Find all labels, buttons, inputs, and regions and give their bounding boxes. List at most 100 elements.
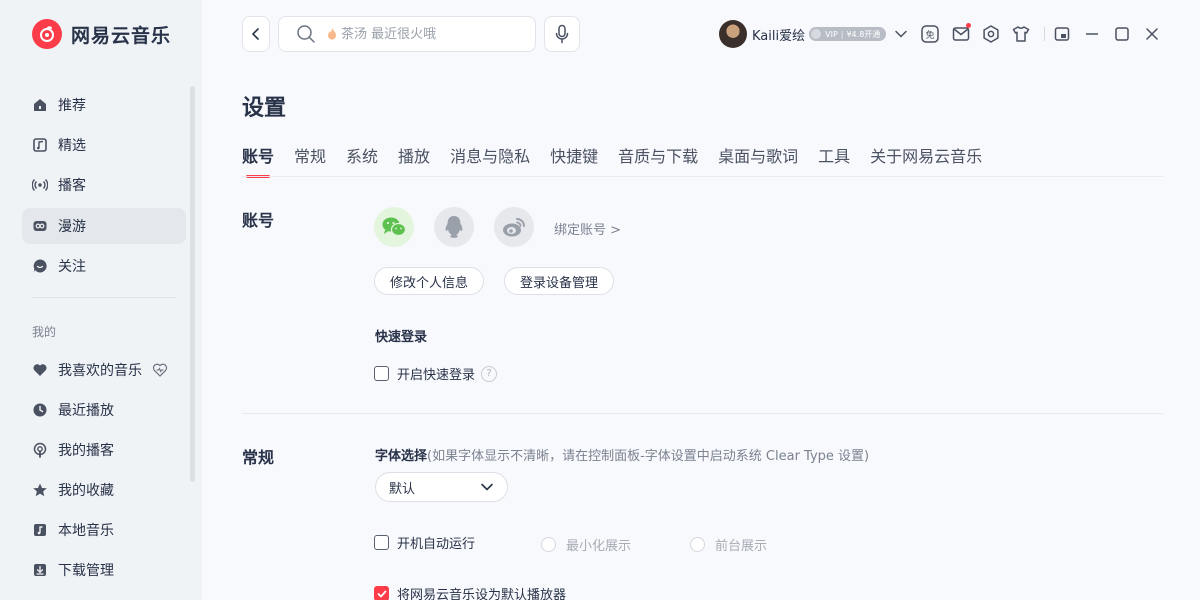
quick-login-checkbox[interactable] [374,366,389,381]
qq-bind-button[interactable] [434,207,474,247]
tab-about[interactable]: 关于网易云音乐 [870,143,982,167]
sidebar-item-roaming[interactable]: 漫游 [22,208,186,244]
close-icon [1146,28,1158,40]
gear-icon [983,25,999,43]
sidebar: 网易云音乐 推荐 精选 播客 漫游 关注 我的 我喜欢的音乐 最近播放 我的播客… [0,0,202,600]
checkmark-icon [377,590,386,597]
free-mode-icon: 免 [921,25,939,43]
chevron-down-icon[interactable] [894,29,908,39]
settings-tabs: 账号 常规 系统 播放 消息与隐私 快捷键 音质与下载 桌面与歌词 工具 关于网… [242,143,1002,178]
sidebar-scrollbar[interactable] [190,86,195,482]
user-menu[interactable]: Kaili爱绘 VIP | ¥4.8开通 [719,19,908,49]
qq-icon [445,216,463,238]
autostart-option[interactable]: 开机自动运行 [374,533,475,552]
weibo-icon [503,218,525,237]
svg-text:免: 免 [925,29,934,41]
roaming-icon [33,221,47,231]
font-select[interactable]: 默认 [375,472,508,502]
autostart-label[interactable]: 开机自动运行 [397,533,475,552]
sidebar-item-podcast[interactable]: 播客 [22,167,186,203]
tshirt-icon [1012,26,1030,42]
sidebar-item-follow[interactable]: 关注 [22,248,186,284]
sidebar-item-recent[interactable]: 最近播放 [22,392,186,428]
skin-button[interactable] [1010,23,1032,45]
sidebar-divider [32,297,176,298]
search-input[interactable] [341,26,521,42]
tab-account[interactable]: 账号 [242,143,274,178]
tab-desktop-lyrics[interactable]: 桌面与歌词 [718,143,798,167]
mini-mode-button[interactable] [1051,23,1073,45]
sidebar-item-local-music[interactable]: 本地音乐 [22,512,186,548]
sidebar-item-label: 关注 [58,259,86,275]
account-section-title: 账号 [242,211,275,230]
quick-login-label[interactable]: 开启快速登录 [397,364,475,383]
vip-status-icon [811,29,822,39]
tab-shortcuts[interactable]: 快捷键 [550,143,598,167]
foreground-label[interactable]: 前台展示 [715,535,767,554]
sidebar-item-collection[interactable]: 我的收藏 [22,472,186,508]
general-section-title: 常规 [242,448,275,467]
settings-button[interactable] [980,23,1002,45]
my-section-label: 我的 [32,325,57,339]
default-player-checkbox[interactable] [374,586,389,600]
local-music-icon [34,524,46,536]
app-logo[interactable]: 网易云音乐 [32,19,171,49]
tab-general[interactable]: 常规 [294,143,326,167]
username[interactable]: Kaili爱绘 [752,25,805,44]
chevron-down-icon [481,483,493,491]
maximize-icon [1115,27,1129,41]
tab-playback[interactable]: 播放 [398,143,430,167]
flame-icon [328,28,336,40]
free-mode-button[interactable]: 免 [919,23,941,45]
minimize-icon [1086,33,1098,35]
sidebar-item-featured[interactable]: 精选 [22,127,186,163]
toolbar-divider [1044,27,1045,41]
wechat-icon [382,217,407,237]
clock-icon [33,403,47,417]
sidebar-item-liked-music[interactable]: 我喜欢的音乐 [22,352,186,388]
minimize-option[interactable]: 最小化展示 [541,535,631,554]
tabs-divider [242,176,1163,177]
default-player-label[interactable]: 将网易云音乐设为默认播放器 [397,584,566,600]
sidebar-item-downloads[interactable]: 下载管理 [22,552,186,588]
minimize-button[interactable] [1081,23,1103,45]
maximize-button[interactable] [1111,23,1133,45]
page-title: 设置 [242,96,287,121]
app-name: 网易云音乐 [71,24,172,47]
minimize-radio[interactable] [541,537,556,552]
wechat-bind-button[interactable] [374,207,414,247]
device-manage-button[interactable]: 登录设备管理 [504,267,614,295]
tab-tools[interactable]: 工具 [818,143,850,167]
default-player-option[interactable]: 将网易云音乐设为默认播放器 [374,584,566,600]
messages-button[interactable] [950,23,972,45]
help-icon[interactable]: ? [481,365,498,382]
avatar[interactable] [719,20,747,48]
close-button[interactable] [1141,23,1163,45]
mini-mode-icon [1054,27,1070,41]
vip-badge[interactable]: VIP | ¥4.8开通 [809,27,887,41]
radio-icon [32,179,48,191]
tab-system[interactable]: 系统 [346,143,378,167]
tab-quality-download[interactable]: 音质与下载 [618,143,698,167]
back-button[interactable] [242,16,270,52]
minimize-label[interactable]: 最小化展示 [566,535,631,554]
tab-messages-privacy[interactable]: 消息与隐私 [450,143,530,167]
chat-bubble-icon [33,259,47,273]
sidebar-item-recommend[interactable]: 推荐 [22,87,186,123]
edit-profile-button[interactable]: 修改个人信息 [374,267,484,295]
sidebar-item-my-podcast[interactable]: 我的播客 [22,432,186,468]
autostart-checkbox[interactable] [374,535,389,550]
voice-search-button[interactable] [544,16,580,52]
heartbeat-mode-icon[interactable] [152,362,168,378]
sidebar-item-label: 我喜欢的音乐 [58,363,142,379]
weibo-bind-button[interactable] [494,207,534,247]
font-selection-label: 字体选择(如果字体显示不清晰，请在控制面板-字体设置中启动系统 Clear Ty… [375,445,869,464]
bind-account-link[interactable]: 绑定账号 > [554,219,621,238]
sidebar-item-label: 漫游 [58,219,86,235]
search-box[interactable] [278,16,536,52]
quick-login-option[interactable]: 开启快速登录 ? [374,364,498,383]
foreground-option[interactable]: 前台展示 [690,535,767,554]
unread-dot [966,23,971,28]
search-icon [297,25,315,43]
foreground-radio[interactable] [690,537,705,552]
